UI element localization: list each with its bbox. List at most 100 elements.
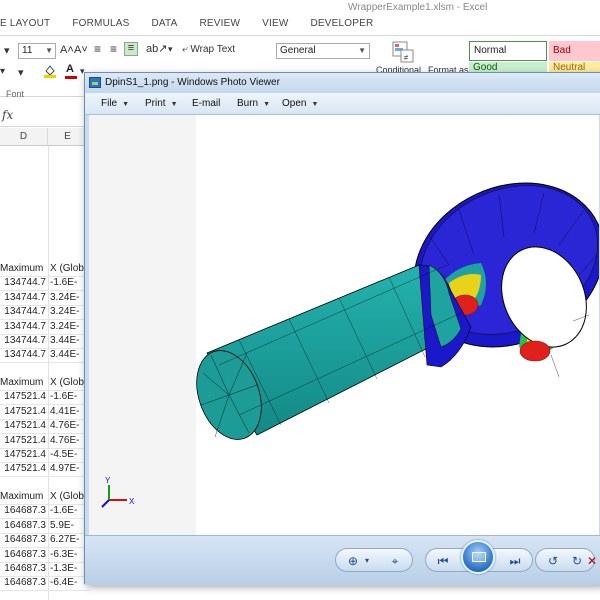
table-cell[interactable]: 147521.4	[0, 405, 48, 419]
column-header-d[interactable]: D	[0, 128, 48, 146]
tab-page-layout[interactable]: E LAYOUT	[0, 18, 50, 34]
table-cell[interactable]: 147521.4	[0, 462, 48, 476]
table-cell[interactable]: 3.44E-	[50, 348, 88, 362]
table-cell[interactable]: 147521.4	[0, 434, 48, 448]
table-cell[interactable]: 134744.7	[0, 334, 48, 348]
menu-print[interactable]: Print ▼	[145, 98, 178, 109]
menu-email[interactable]: E-mail	[192, 98, 220, 109]
desktop: WrapperExample1.xlsm - Excel E LAYOUT FO…	[0, 0, 600, 600]
table-cell[interactable]: 147521.4	[0, 390, 48, 404]
table-cell[interactable]: 134744.7	[0, 291, 48, 305]
zoom-fit-group: ⊕ ▾ ⌖	[335, 548, 413, 572]
column-header-cell[interactable]: Maximum	[0, 376, 48, 390]
image-canvas[interactable]: X Y	[89, 115, 599, 535]
actual-size-icon[interactable]: ⌖	[386, 552, 404, 570]
delete-icon[interactable]: ✕	[583, 552, 600, 570]
tab-data[interactable]: DATA	[152, 18, 178, 34]
fx-icon[interactable]: fx	[2, 108, 13, 122]
menu-open-label: Open	[282, 98, 307, 109]
photo-viewer-titlebar[interactable]: DpinS1_1.png - Windows Photo Viewer	[85, 73, 600, 93]
tab-review[interactable]: REVIEW	[200, 18, 241, 34]
font-group-label: Font	[6, 89, 25, 99]
align-top-icon[interactable]: ≡	[94, 42, 101, 56]
table-cell[interactable]: 6.27E-	[50, 533, 88, 547]
column-header-cell[interactable]: X (Glob	[50, 490, 88, 504]
table-cell[interactable]: -4.5E-	[50, 448, 88, 462]
axis-y-label: Y	[105, 476, 111, 485]
previous-icon[interactable]: ⏮	[434, 552, 452, 570]
table-cell[interactable]: 4.76E-	[50, 434, 88, 448]
column-header-cell[interactable]: Maximum	[0, 490, 48, 504]
column-header-cell[interactable]: Maximum	[0, 262, 48, 276]
menu-burn[interactable]: Burn ▼	[237, 98, 270, 109]
table-cell[interactable]: 3.24E-	[50, 291, 88, 305]
table-cell[interactable]: -1.3E-	[50, 562, 88, 576]
tab-developer[interactable]: DEVELOPER	[311, 18, 374, 34]
photo-viewer-window: DpinS1_1.png - Windows Photo Viewer File…	[84, 72, 600, 585]
chevron-down-icon[interactable]: ▾	[358, 552, 376, 570]
table-cell[interactable]: 164687.3	[0, 562, 48, 576]
slide-show-button[interactable]	[461, 540, 495, 574]
font-size-select[interactable]: 11 ▼	[18, 43, 56, 59]
border-dropdown-icon[interactable]: ▾	[18, 66, 24, 79]
table-cell[interactable]: 134744.7	[0, 305, 48, 319]
orientation-icon[interactable]: ab↗	[146, 42, 167, 55]
table-cell[interactable]: 164687.3	[0, 504, 48, 518]
table-cell[interactable]: -6.3E-	[50, 548, 88, 562]
align-bottom-icon[interactable]: ≡	[124, 42, 138, 56]
next-icon[interactable]: ⏭	[506, 552, 524, 570]
table-cell[interactable]: 3.44E-	[50, 334, 88, 348]
column-header-cell[interactable]: X (Glob	[50, 262, 88, 276]
fea-rod-end-image: X Y	[101, 182, 599, 508]
table-cell[interactable]: 4.41E-	[50, 405, 88, 419]
wrap-text-button[interactable]: ⤶ Wrap Text	[182, 44, 235, 55]
column-header-e[interactable]: E	[48, 128, 88, 146]
table-cell[interactable]: 164687.3	[0, 533, 48, 547]
table-cell[interactable]: 164687.3	[0, 576, 48, 590]
table-cell[interactable]: 147521.4	[0, 448, 48, 462]
table-cell[interactable]: -1.6E-	[50, 390, 88, 404]
grid-line	[0, 362, 90, 364]
chevron-down-icon[interactable]: ▾	[4, 44, 10, 57]
font-color-icon[interactable]: A	[66, 63, 74, 75]
number-format-select[interactable]: General ▼	[276, 43, 370, 59]
table-cell[interactable]: 5.9E-	[50, 519, 88, 533]
column-header-cell[interactable]: X (Glob	[50, 376, 88, 390]
table-cell[interactable]: 4.76E-	[50, 419, 88, 433]
table-cell[interactable]: 134744.7	[0, 348, 48, 362]
increase-font-icon[interactable]: A˄	[60, 44, 74, 56]
slide-show-icon	[472, 552, 486, 562]
wrap-text-label: Wrap Text	[190, 44, 236, 55]
tab-formulas[interactable]: FORMULAS	[72, 18, 129, 34]
table-cell[interactable]: 164687.3	[0, 548, 48, 562]
svg-text:≠: ≠	[404, 53, 409, 62]
table-cell[interactable]: 147521.4	[0, 419, 48, 433]
menu-file[interactable]: File ▼	[101, 98, 129, 109]
table-cell[interactable]: 134744.7	[0, 276, 48, 290]
align-middle-icon[interactable]: ≡	[110, 42, 117, 56]
font-size-value: 11	[22, 45, 33, 56]
number-format-value: General	[280, 45, 316, 56]
decrease-font-icon[interactable]: A˅	[74, 44, 88, 56]
table-cell[interactable]: 164687.3	[0, 519, 48, 533]
menu-open[interactable]: Open ▼	[282, 98, 318, 109]
excel-ribbon-tabs: E LAYOUT FORMULAS DATA REVIEW VIEW DEVEL…	[0, 18, 395, 34]
rotate-left-icon[interactable]: ↺	[544, 552, 562, 570]
table-cell[interactable]: 4.97E-	[50, 462, 88, 476]
photo-viewer-controls: ⊕ ▾ ⌖ ⏮ ⏭ ↺ ↻ ✕	[85, 535, 600, 585]
table-cell[interactable]: -1.6E-	[50, 504, 88, 518]
conditional-formatting-icon[interactable]: ≠	[392, 41, 414, 63]
menu-file-label: File	[101, 98, 118, 109]
table-cell[interactable]: 3.24E-	[50, 320, 88, 334]
border-icon[interactable]: ▾	[0, 66, 5, 77]
photo-viewer-title: DpinS1_1.png - Windows Photo Viewer	[105, 77, 280, 88]
chevron-down-icon[interactable]: ▾	[168, 44, 173, 55]
table-cell[interactable]: 3.24E-	[50, 305, 88, 319]
table-cell[interactable]: -1.6E-	[50, 276, 88, 290]
table-cell[interactable]: -6.4E-	[50, 576, 88, 590]
fill-color-icon[interactable]	[44, 64, 56, 78]
style-bad[interactable]: Bad	[549, 41, 600, 61]
style-normal[interactable]: Normal	[469, 41, 547, 61]
table-cell[interactable]: 134744.7	[0, 320, 48, 334]
tab-view[interactable]: VIEW	[262, 18, 288, 34]
